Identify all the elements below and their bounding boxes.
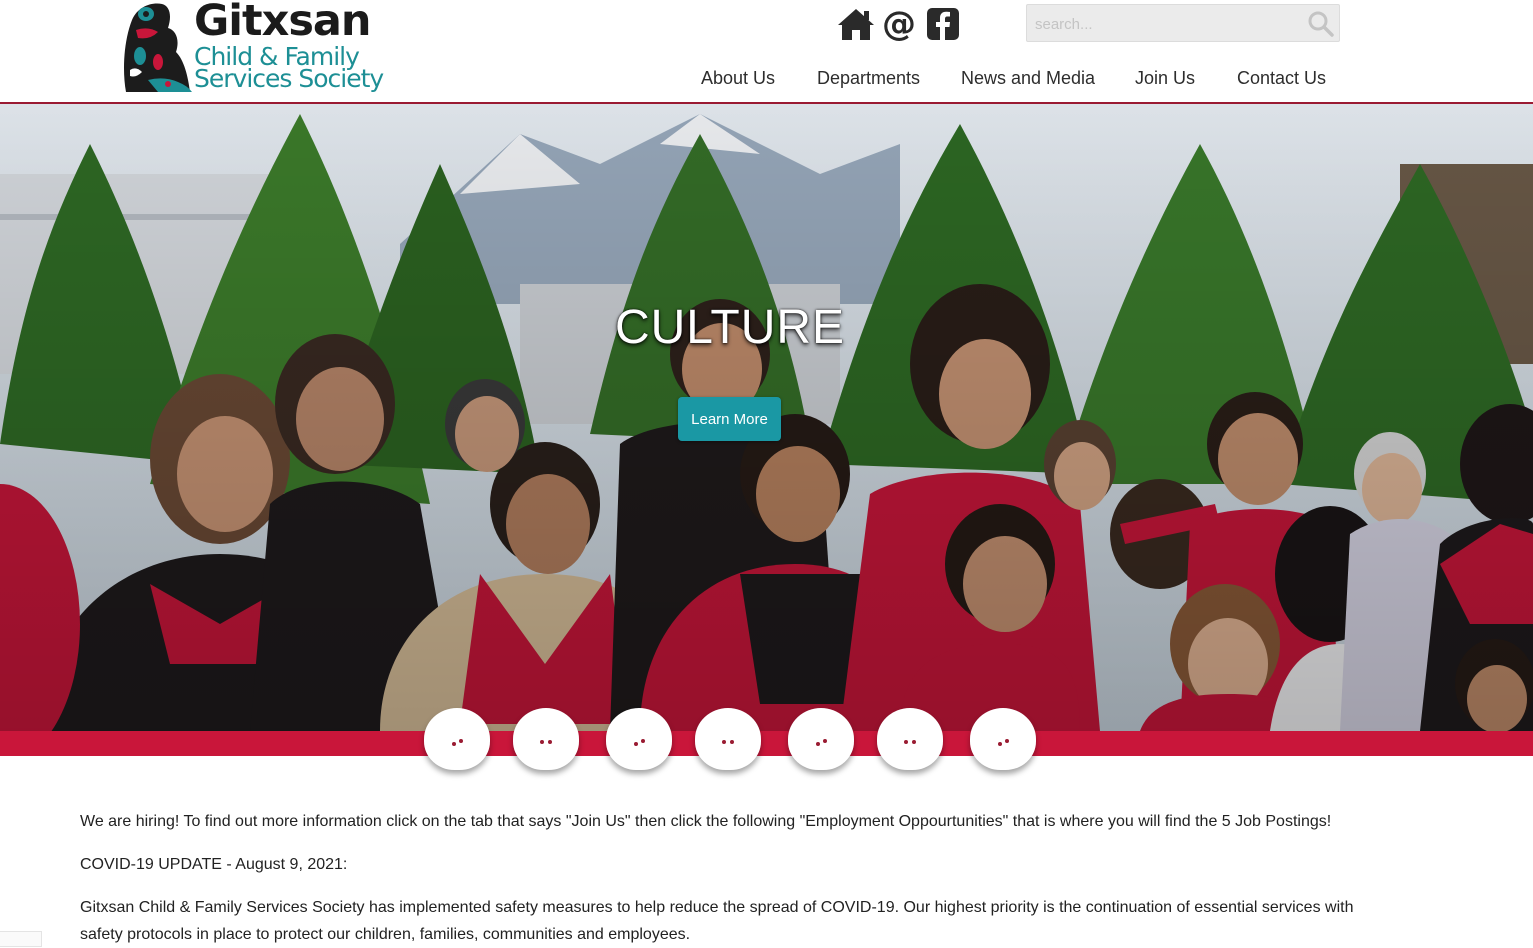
nav-contact-us[interactable]: Contact Us (1237, 68, 1326, 89)
nav-news-and-media[interactable]: News and Media (961, 68, 1095, 89)
search-box (1026, 4, 1340, 42)
slide-dot-2[interactable] (513, 708, 579, 770)
learn-more-button[interactable]: Learn More (678, 397, 781, 441)
slide-dot-6[interactable] (877, 708, 943, 770)
home-icon (838, 9, 874, 40)
hero-title: CULTURE (614, 301, 846, 354)
email-link[interactable]: @ (882, 6, 916, 42)
slide-dot-4[interactable] (695, 708, 761, 770)
nav-join-us[interactable]: Join Us (1135, 68, 1195, 89)
search-icon (1308, 11, 1334, 37)
logo-title: Gitxsan (194, 0, 372, 46)
logo-subtitle-line2: Services Society (194, 64, 384, 93)
slider-pagination (0, 706, 1533, 776)
site-logo[interactable]: Gitxsan Child & Family Services Society (118, 0, 384, 98)
logo-emblem-icon (124, 3, 192, 92)
corner-widget[interactable] (0, 931, 42, 947)
nav-about-us[interactable]: About Us (701, 68, 775, 89)
site-header: Gitxsan Child & Family Services Society … (0, 0, 1533, 103)
slide-dot-5[interactable] (788, 708, 854, 770)
facebook-link[interactable] (926, 6, 960, 42)
home-link[interactable] (836, 6, 876, 42)
slide-dot-7[interactable] (970, 708, 1036, 770)
covid-update-heading: COVID-19 UPDATE - August 9, 2021: (80, 856, 348, 873)
facebook-icon (927, 8, 959, 41)
search-button[interactable] (1307, 10, 1335, 38)
hero-slider: CULTURE Learn More (0, 104, 1533, 731)
email-icon: @ (882, 4, 916, 44)
covid-update-text: Gitxsan Child & Family Services Society … (80, 899, 1354, 943)
nav-departments[interactable]: Departments (817, 68, 920, 89)
slide-dot-1[interactable] (424, 708, 490, 770)
search-input[interactable] (1033, 11, 1307, 37)
hiring-notice: We are hiring! To find out more informat… (80, 813, 1332, 830)
slide-dot-3[interactable] (606, 708, 672, 770)
